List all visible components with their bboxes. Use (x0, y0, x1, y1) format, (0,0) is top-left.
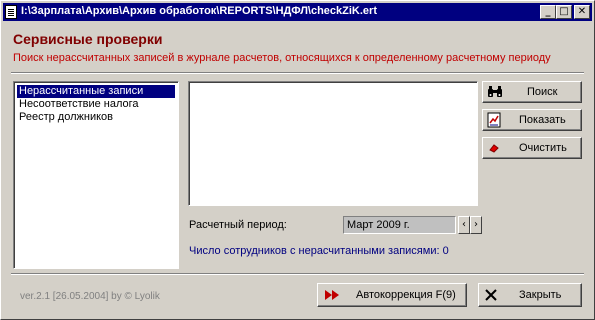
close-x-icon (485, 289, 497, 301)
page-description: Поиск нерассчитанных записей в журнале р… (13, 52, 551, 64)
autocorrect-button-label: Автокоррекция F(9) (356, 289, 456, 301)
period-next-button[interactable]: › (470, 216, 482, 234)
period-prev-button[interactable]: ‹ (458, 216, 470, 234)
list-item[interactable]: Нерассчитанные записи (17, 85, 175, 98)
fast-forward-icon (325, 290, 339, 300)
minimize-button[interactable]: _ (540, 5, 556, 19)
list-item[interactable]: Реестр должников (17, 111, 115, 124)
show-report-icon (487, 112, 501, 128)
version-label: ver.2.1 [26.05.2004] by © Lyolik (20, 291, 160, 302)
close-button-label: Закрыть (519, 289, 562, 301)
period-field[interactable]: Март 2009 г. (343, 216, 456, 234)
maximize-button[interactable]: □ (556, 5, 572, 19)
page-title: Сервисные проверки (13, 31, 163, 47)
title-bar[interactable]: I:\Зарплата\Архив\Архив обработок\REPORT… (3, 3, 592, 21)
clear-button[interactable]: Очистить (482, 137, 582, 159)
bottom-divider (11, 273, 584, 275)
search-button[interactable]: Поиск (482, 81, 582, 103)
period-label: Расчетный период: (189, 219, 287, 231)
checks-list[interactable]: Нерассчитанные записи Несоответствие нал… (13, 81, 179, 269)
results-panel[interactable] (188, 81, 478, 206)
show-button[interactable]: Показать (482, 109, 582, 131)
search-button-label: Поиск (527, 86, 558, 98)
binoculars-icon (488, 86, 502, 97)
dialog-window: I:\Зарплата\Архив\Архив обработок\REPORT… (0, 0, 595, 320)
unprocessed-count-text: Число сотрудников с нерасчитанными запис… (189, 245, 449, 257)
close-button[interactable]: Закрыть (478, 283, 582, 307)
document-icon (5, 5, 17, 19)
list-item[interactable]: Несоответствие налога (17, 98, 141, 111)
show-button-label: Показать (519, 114, 566, 126)
window-title: I:\Зарплата\Архив\Архив обработок\REPORT… (21, 5, 377, 17)
top-divider (11, 72, 584, 74)
clear-button-label: Очистить (519, 142, 567, 154)
autocorrect-button[interactable]: Автокоррекция F(9) (317, 283, 467, 307)
eraser-icon (489, 144, 499, 153)
close-window-button[interactable]: ✕ (574, 5, 590, 19)
